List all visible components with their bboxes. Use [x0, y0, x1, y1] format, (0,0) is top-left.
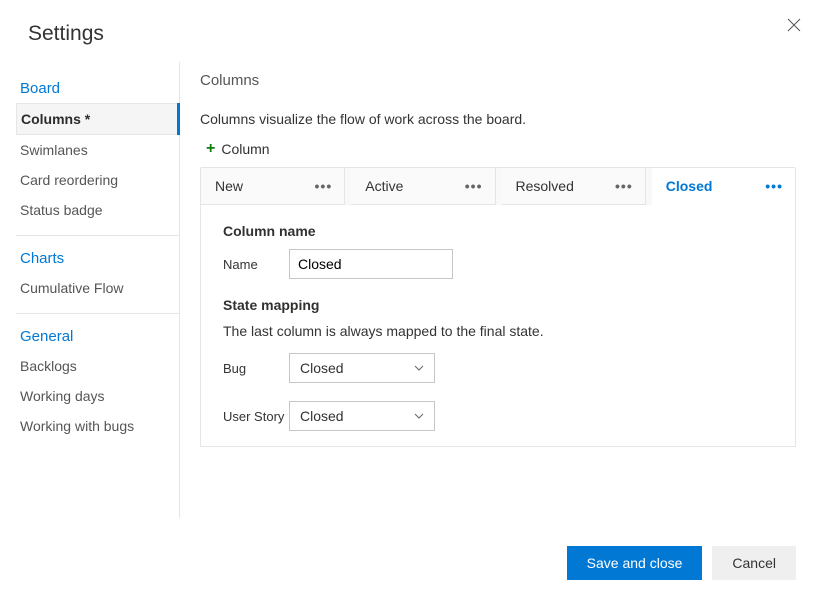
column-name-label: Name — [223, 257, 289, 272]
tab-label: Resolved — [516, 178, 574, 194]
close-button[interactable] — [786, 18, 802, 34]
state-mapping-userstory-select[interactable]: Closed — [289, 401, 435, 431]
state-mapping-subtext: The last column is always mapped to the … — [223, 323, 773, 339]
main-description: Columns visualize the flow of work acros… — [200, 111, 796, 127]
column-name-heading: Column name — [223, 223, 773, 239]
select-value: Closed — [300, 360, 344, 376]
tab-label: New — [215, 178, 243, 194]
settings-sidebar: Board Columns * Swimlanes Card reorderin… — [16, 62, 180, 518]
tab-label: Active — [365, 178, 403, 194]
add-column-label: Column — [221, 141, 269, 157]
sidebar-item-cumulative-flow[interactable]: Cumulative Flow — [16, 273, 179, 303]
column-name-input[interactable] — [289, 249, 453, 279]
sidebar-section-charts[interactable]: Charts — [16, 242, 179, 273]
sidebar-item-card-reordering[interactable]: Card reordering — [16, 165, 179, 195]
more-icon[interactable]: ••• — [765, 178, 783, 194]
sidebar-item-columns[interactable]: Columns * — [16, 103, 179, 135]
select-value: Closed — [300, 408, 344, 424]
sidebar-item-working-days[interactable]: Working days — [16, 381, 179, 411]
plus-icon: + — [206, 142, 215, 156]
cancel-button[interactable]: Cancel — [712, 546, 796, 580]
sidebar-section-general[interactable]: General — [16, 320, 179, 351]
tab-active[interactable]: Active ••• — [351, 168, 495, 205]
more-icon[interactable]: ••• — [315, 178, 333, 194]
state-mapping-userstory-label: User Story — [223, 409, 289, 424]
sidebar-item-status-badge[interactable]: Status badge — [16, 195, 179, 225]
main-title: Columns — [200, 72, 796, 89]
state-mapping-bug-label: Bug — [223, 361, 289, 376]
save-and-close-button[interactable]: Save and close — [567, 546, 703, 580]
tab-label: Closed — [666, 178, 713, 194]
tab-new[interactable]: New ••• — [201, 168, 345, 205]
sidebar-item-working-with-bugs[interactable]: Working with bugs — [16, 411, 179, 441]
column-tabs: New ••• Active ••• Resolved ••• Closed •… — [200, 167, 796, 205]
state-mapping-bug-select[interactable]: Closed — [289, 353, 435, 383]
dialog-title: Settings — [28, 22, 796, 46]
state-mapping-heading: State mapping — [223, 297, 773, 313]
tab-closed[interactable]: Closed ••• — [652, 168, 795, 205]
sidebar-section-board[interactable]: Board — [16, 72, 179, 103]
more-icon[interactable]: ••• — [465, 178, 483, 194]
more-icon[interactable]: ••• — [615, 178, 633, 194]
add-column-button[interactable]: + Column — [200, 137, 796, 167]
chevron-down-icon — [414, 411, 424, 421]
column-settings-panel[interactable]: Column name Name State mapping The last … — [201, 205, 795, 446]
tab-resolved[interactable]: Resolved ••• — [502, 168, 646, 205]
sidebar-item-swimlanes[interactable]: Swimlanes — [16, 135, 179, 165]
close-icon — [787, 19, 801, 36]
sidebar-item-backlogs[interactable]: Backlogs — [16, 351, 179, 381]
chevron-down-icon — [414, 363, 424, 373]
